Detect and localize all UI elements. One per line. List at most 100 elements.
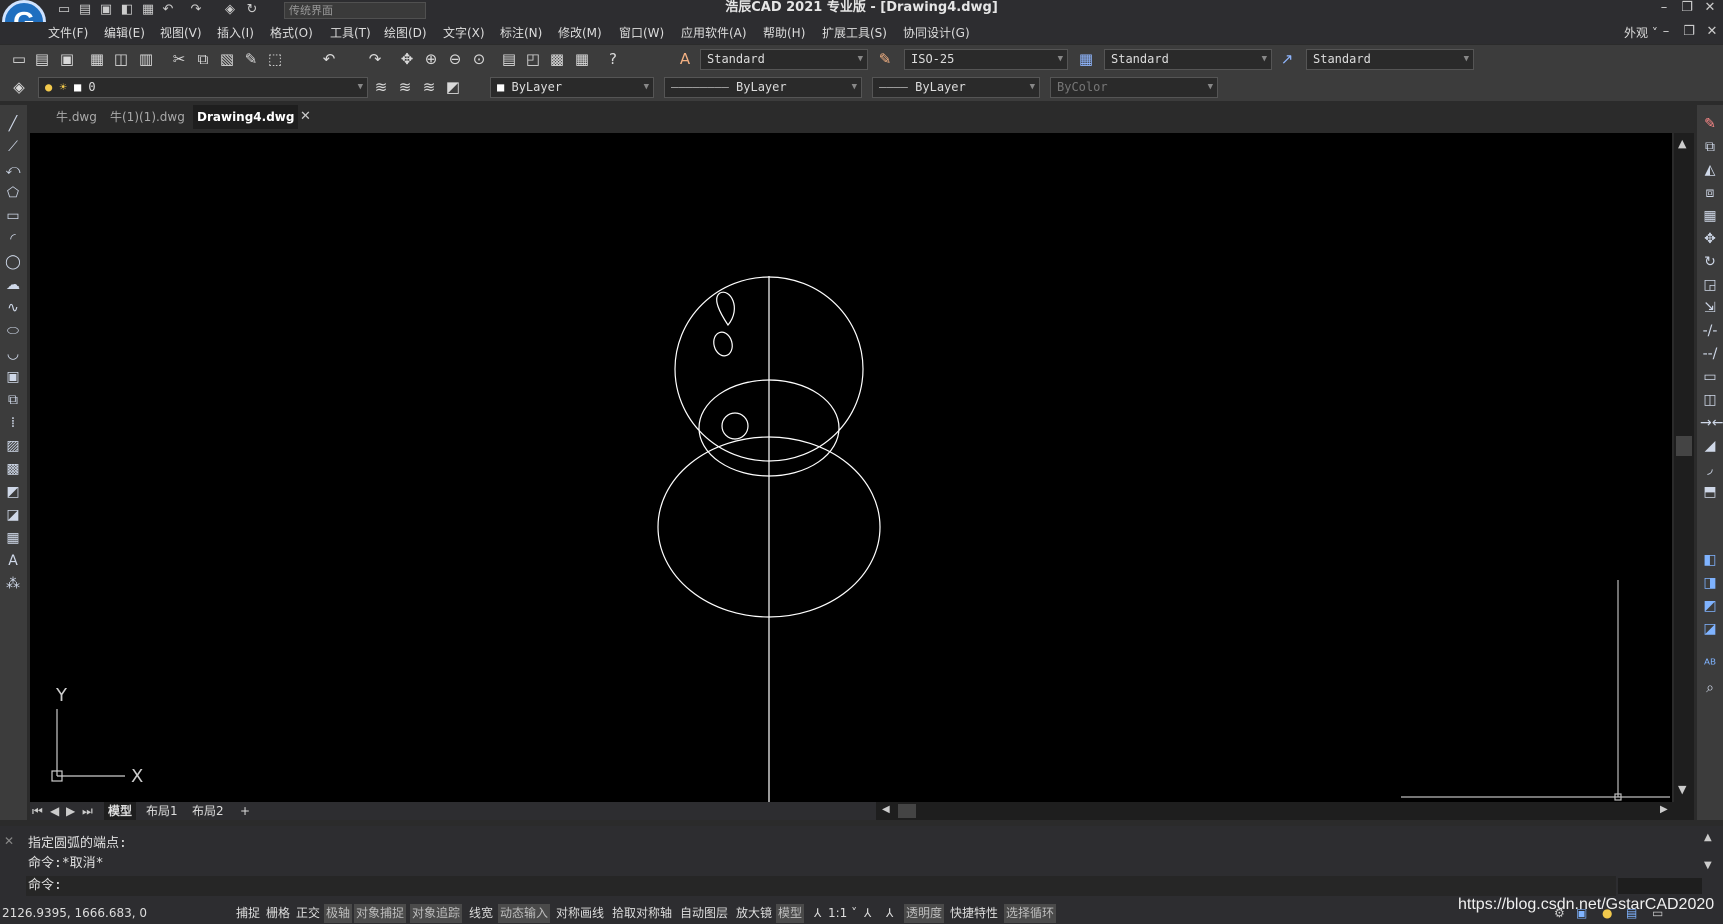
- layer-match-icon[interactable]: ◩: [444, 78, 462, 96]
- paste-icon[interactable]: ▧: [218, 50, 236, 68]
- scroll-left-icon[interactable]: ◀: [882, 804, 890, 815]
- multileader-style-icon[interactable]: ↗: [1278, 50, 1296, 68]
- lineweight-combo[interactable]: ———— ByLayer ▼: [872, 77, 1040, 98]
- find-replace-icon[interactable]: ⌕: [1700, 678, 1720, 698]
- doc-close-button[interactable]: ✕: [1701, 24, 1723, 42]
- layout-prev-icon[interactable]: ◀: [50, 802, 59, 820]
- menu-collab[interactable]: 协同设计(G): [903, 22, 970, 44]
- linetype-combo[interactable]: ———————— ByLayer ▼: [664, 77, 862, 98]
- print-icon[interactable]: ▦: [88, 50, 106, 68]
- help-icon[interactable]: ?: [604, 50, 622, 68]
- grid-toggle[interactable]: 栅格: [264, 904, 292, 923]
- multileader-style-combo[interactable]: Standard ▼: [1306, 49, 1474, 70]
- menu-edit[interactable]: 编辑(E): [104, 22, 145, 44]
- restore-button[interactable]: ❐: [1676, 0, 1698, 18]
- refresh-icon[interactable]: ↻: [244, 2, 260, 18]
- table-style-icon[interactable]: ▦: [1077, 50, 1095, 68]
- osnap-toggle[interactable]: 对象捕捉: [354, 904, 407, 923]
- rectangle-icon[interactable]: ▭: [3, 206, 23, 226]
- new-icon[interactable]: ▭: [56, 2, 72, 18]
- cut-icon[interactable]: ✂: [170, 50, 188, 68]
- extend-icon[interactable]: --/: [1700, 344, 1720, 364]
- new-icon[interactable]: ▭: [10, 50, 28, 68]
- draw-order-front-icon[interactable]: ◧: [1700, 550, 1720, 570]
- undo-icon[interactable]: ↶: [160, 2, 176, 18]
- add-layout-button[interactable]: +: [240, 802, 250, 820]
- selection-cycling-toggle[interactable]: 选择循环: [1004, 904, 1057, 923]
- auto-scale-icon[interactable]: ⅄: [884, 904, 895, 923]
- workspace-combo[interactable]: 传统界面: [284, 2, 426, 19]
- table-style-combo[interactable]: Standard ▼: [1104, 49, 1272, 70]
- dynamic-input-toggle[interactable]: 动态输入: [498, 904, 551, 923]
- menu-text[interactable]: 文字(X): [443, 22, 485, 44]
- dim-style-combo[interactable]: ISO-25 ▼: [904, 49, 1068, 70]
- coordinate-readout[interactable]: 2126.9395, 1666.683, 0: [2, 904, 147, 923]
- revision-cloud-icon[interactable]: ☁: [3, 275, 23, 295]
- layer-combo[interactable]: ● ☀ ■ 0 ▼: [38, 77, 368, 98]
- print-icon[interactable]: ▦: [140, 2, 156, 18]
- spline-icon[interactable]: ∿: [3, 298, 23, 318]
- redo-icon[interactable]: ↷: [188, 2, 204, 18]
- menu-extensions[interactable]: 扩展工具(S): [822, 22, 887, 44]
- ortho-toggle[interactable]: 正交: [294, 904, 322, 923]
- scroll-down-icon[interactable]: ▼: [1678, 783, 1686, 796]
- erase-icon[interactable]: ✎: [1700, 114, 1720, 134]
- menu-apps[interactable]: 应用软件(A): [681, 22, 747, 44]
- command-input[interactable]: [26, 876, 1616, 896]
- calculator-icon[interactable]: ▦: [573, 50, 591, 68]
- auto-layer-toggle[interactable]: 自动图层: [678, 904, 730, 923]
- rotate-icon[interactable]: ↻: [1700, 252, 1720, 272]
- send-under-icon[interactable]: ◪: [1700, 619, 1720, 639]
- offset-icon[interactable]: ⧈: [1700, 183, 1720, 203]
- appearance-menu[interactable]: 外观 ˅: [1624, 22, 1658, 44]
- hatch-icon[interactable]: ▨: [3, 436, 23, 456]
- break-at-point-icon[interactable]: ▭: [1700, 367, 1720, 387]
- file-tab[interactable]: 牛.dwg: [52, 105, 101, 129]
- draw-order-back-icon[interactable]: ◨: [1700, 573, 1720, 593]
- fillet-icon[interactable]: ◞: [1700, 459, 1720, 479]
- zoom-window-icon[interactable]: ⊖: [446, 50, 464, 68]
- command-close-icon[interactable]: ✕: [4, 834, 14, 848]
- vertical-scrollbar[interactable]: ▲ ▼: [1674, 133, 1694, 802]
- command-hscroll[interactable]: [1618, 878, 1702, 894]
- array-icon[interactable]: ▦: [1700, 206, 1720, 226]
- pick-axis-toggle[interactable]: 拾取对称轴: [610, 904, 674, 923]
- layout-last-icon[interactable]: ⏭: [82, 802, 93, 820]
- ellipse-arc-icon[interactable]: ◡: [3, 344, 23, 364]
- explode-icon[interactable]: ⬒: [1700, 482, 1720, 502]
- doc-restore-button[interactable]: ❐: [1678, 24, 1700, 42]
- move-icon[interactable]: ✥: [1700, 229, 1720, 249]
- layer-manager-icon[interactable]: ◈: [10, 78, 28, 96]
- menu-tools[interactable]: 工具(T): [330, 22, 371, 44]
- layer-states-icon[interactable]: ≋: [420, 78, 438, 96]
- copy-object-icon[interactable]: ⧉: [1700, 137, 1720, 157]
- doc-minimize-button[interactable]: –: [1655, 24, 1677, 42]
- horizontal-scrollbar[interactable]: ◀ ▶: [876, 802, 1694, 820]
- stretch-icon[interactable]: ⇲: [1700, 298, 1720, 318]
- quick-properties-toggle[interactable]: 快捷特性: [948, 904, 1000, 923]
- text-style-combo[interactable]: Standard ▼: [700, 49, 868, 70]
- magnifier-toggle[interactable]: 放大镜: [734, 904, 774, 923]
- join-icon[interactable]: →←: [1700, 413, 1723, 433]
- drawing-canvas[interactable]: Y X: [30, 133, 1672, 802]
- layout-tab-model[interactable]: 模型: [104, 802, 137, 820]
- polyline-icon[interactable]: ⤺: [3, 160, 23, 180]
- file-tab[interactable]: 牛(1)(1).dwg: [106, 105, 189, 129]
- vertical-scroll-thumb[interactable]: [1676, 436, 1692, 456]
- trim-icon[interactable]: -/-: [1700, 321, 1720, 341]
- break-icon[interactable]: ◫: [1700, 390, 1720, 410]
- layout-tab-2[interactable]: 布局2: [192, 802, 224, 820]
- plot-style-combo[interactable]: ByColor ▼: [1050, 77, 1218, 98]
- annotation-scale-icon[interactable]: ⅄: [812, 904, 823, 923]
- annotation-scale[interactable]: 1:1 ˅: [826, 904, 859, 923]
- scroll-up-icon[interactable]: ▲: [1678, 137, 1686, 150]
- dim-style-icon[interactable]: ✎: [876, 50, 894, 68]
- line-icon[interactable]: ╱: [3, 114, 23, 134]
- polar-toggle[interactable]: 极轴: [324, 904, 353, 923]
- menu-window[interactable]: 窗口(W): [619, 22, 664, 44]
- layout-next-icon[interactable]: ▶: [66, 802, 75, 820]
- menu-file[interactable]: 文件(F): [48, 22, 88, 44]
- point-icon[interactable]: ⁞: [3, 413, 23, 433]
- zoom-previous-icon[interactable]: ⊙: [470, 50, 488, 68]
- lineweight-toggle[interactable]: 线宽: [467, 904, 495, 923]
